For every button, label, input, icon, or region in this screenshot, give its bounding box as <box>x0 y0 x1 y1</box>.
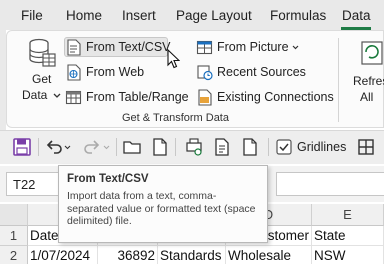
gridlines-label[interactable]: Gridlines <box>297 140 346 154</box>
cell-d2[interactable]: Wholesale <box>226 246 312 264</box>
document-icon[interactable] <box>240 137 260 157</box>
tab-formulas[interactable]: Formulas <box>270 8 326 23</box>
tooltip-title: From Text/CSV <box>67 173 149 185</box>
cell-a2[interactable]: 1/07/2024 <box>28 246 98 264</box>
refresh-label: Refres <box>353 74 384 88</box>
from-text-csv-button[interactable]: From Text/CSV <box>64 37 171 57</box>
tab-data[interactable]: Data <box>342 8 371 23</box>
tab-file[interactable]: File <box>21 8 43 23</box>
recent-clock-icon <box>197 64 213 80</box>
tab-page-layout[interactable]: Page Layout <box>176 8 252 23</box>
checkbox-checked-icon[interactable] <box>276 139 292 155</box>
name-box[interactable]: T22 <box>6 172 66 196</box>
toolbar-separator <box>268 138 269 156</box>
save-icon[interactable] <box>12 137 32 157</box>
chevron-down-icon[interactable] <box>64 145 71 150</box>
from-table-range-button[interactable]: From Table/Range <box>65 87 189 107</box>
formula-input[interactable] <box>276 172 384 196</box>
open-folder-icon[interactable] <box>122 137 142 157</box>
cell-c2[interactable]: Standards <box>158 246 226 264</box>
existing-connections-button[interactable]: Existing Connections <box>196 87 334 107</box>
get-data-label-2: Data <box>22 88 48 102</box>
ribbon-group-divider <box>338 38 339 122</box>
undo-icon[interactable] <box>44 137 64 157</box>
new-file-icon[interactable] <box>150 137 170 157</box>
get-data-button[interactable]: Get Data <box>20 36 62 106</box>
recent-sources-button[interactable]: Recent Sources <box>196 62 306 82</box>
table-icon <box>65 90 82 104</box>
print-preview-icon[interactable] <box>184 137 204 157</box>
from-web-button[interactable]: From Web <box>65 62 144 82</box>
column-header-e[interactable]: E <box>312 204 384 226</box>
get-data-label: Get <box>32 72 52 86</box>
group-label-get-transform: Get & Transform Data <box>122 112 229 124</box>
from-text-csv-label: From Text/CSV <box>86 40 171 54</box>
toolbar-separator <box>38 138 39 156</box>
from-web-label: From Web <box>86 65 145 79</box>
chevron-down-icon[interactable] <box>103 145 110 150</box>
refresh-all-button[interactable]: Refres All <box>348 36 384 106</box>
select-all-corner[interactable] <box>0 204 28 226</box>
tab-home[interactable]: Home <box>66 8 102 23</box>
cell-b2[interactable]: 36892 <box>98 246 158 264</box>
row-header-2[interactable]: 2 <box>0 246 28 264</box>
mouse-cursor-icon <box>167 49 180 69</box>
borders-icon[interactable] <box>356 137 376 157</box>
cell-e1[interactable]: State <box>312 226 384 246</box>
existing-connections-label: Existing Connections <box>217 90 334 104</box>
connections-icon <box>198 88 212 106</box>
toolbar-separator <box>175 138 176 156</box>
cell-e2[interactable]: NSW <box>312 246 384 264</box>
redo-icon[interactable] <box>82 137 102 157</box>
tooltip-description: Import data from a text, comma-separated… <box>67 190 256 227</box>
tooltip-from-text-csv: From Text/CSV Import data from a text, c… <box>58 165 268 243</box>
refresh-label-2: All <box>360 90 374 104</box>
chevron-down-icon <box>292 45 298 49</box>
tab-insert[interactable]: Insert <box>122 8 156 23</box>
from-picture-button[interactable]: From Picture <box>196 37 299 57</box>
chevron-down-icon <box>53 93 61 98</box>
database-icon <box>29 38 56 67</box>
toolbar-separator <box>116 138 117 156</box>
row-header-1[interactable]: 1 <box>0 226 28 246</box>
picture-table-icon <box>196 40 213 54</box>
name-box-value: T22 <box>13 177 36 192</box>
refresh-icon <box>361 41 383 65</box>
from-picture-label: From Picture <box>217 40 289 54</box>
web-page-icon <box>67 63 81 81</box>
export-pdf-icon[interactable] <box>212 137 232 157</box>
from-table-range-label: From Table/Range <box>86 90 189 104</box>
recent-sources-label: Recent Sources <box>217 65 306 79</box>
text-file-icon <box>67 38 81 56</box>
